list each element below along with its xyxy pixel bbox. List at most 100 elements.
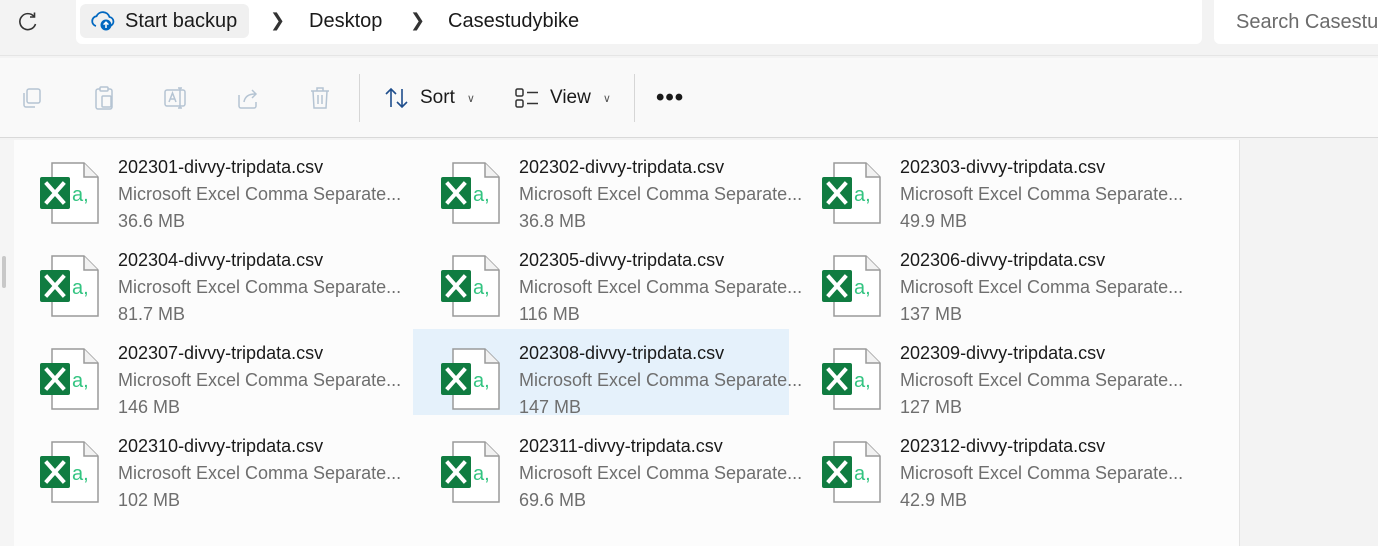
file-type: Microsoft Excel Comma Separate...	[900, 370, 1184, 390]
svg-text:a,: a,	[854, 184, 871, 206]
file-item[interactable]: a, 202305-divvy-tripdata.csv Microsoft Exc…	[413, 236, 802, 324]
svg-text:a,: a,	[72, 277, 89, 299]
file-name: 202307-divvy-tripdata.csv	[118, 343, 324, 363]
file-item[interactable]: a, 202307-divvy-tripdata.csv Microsoft Exc…	[12, 329, 401, 417]
file-item[interactable]: a, 202301-divvy-tripdata.csv Microsoft Exc…	[12, 143, 401, 231]
cloud-backup-icon	[91, 11, 115, 31]
trash-icon	[311, 87, 329, 109]
file-name: 202310-divvy-tripdata.csv	[118, 436, 324, 456]
breadcrumb-item-casestudybike[interactable]: Casestudybike	[448, 10, 579, 33]
file-name: 202306-divvy-tripdata.csv	[900, 250, 1106, 270]
excel-csv-file-icon: a,	[822, 162, 881, 224]
chevron-down-icon: ∨	[466, 92, 475, 105]
breadcrumb-root-label: Start backup	[125, 9, 238, 32]
view-list-icon	[515, 88, 538, 108]
svg-text:a,: a,	[854, 463, 871, 485]
share-icon	[238, 89, 258, 109]
excel-csv-file-icon: a,	[822, 255, 881, 317]
file-item[interactable]: a, 202311-divvy-tripdata.csv Microsoft Exc…	[413, 422, 802, 510]
more-options-button[interactable]: •••	[656, 84, 684, 112]
search-placeholder: Search Casestudybike	[1236, 11, 1378, 33]
sort-icon	[385, 87, 408, 109]
svg-text:a,: a,	[854, 370, 871, 392]
rename-button[interactable]	[162, 84, 190, 112]
file-item[interactable]: a, 202310-divvy-tripdata.csv Microsoft Exc…	[12, 422, 401, 510]
file-size: 116 MB	[519, 304, 580, 324]
file-name: 202301-divvy-tripdata.csv	[118, 157, 324, 177]
file-name: 202308-divvy-tripdata.csv	[519, 343, 725, 363]
file-item[interactable]: a, 202309-divvy-tripdata.csv Microsoft Exc…	[794, 329, 1183, 417]
delete-button[interactable]	[306, 84, 334, 112]
file-icon: a,	[38, 440, 100, 504]
rename-icon	[164, 87, 186, 109]
svg-text:a,: a,	[854, 277, 871, 299]
excel-csv-file-icon: a,	[40, 348, 99, 410]
file-size: 49.9 MB	[900, 211, 968, 231]
file-size: 127 MB	[900, 397, 963, 417]
file-name: 202303-divvy-tripdata.csv	[900, 157, 1106, 177]
file-size: 36.8 MB	[519, 211, 587, 231]
scrollbar-thumb[interactable]	[2, 256, 6, 288]
file-item[interactable]: a, 202302-divvy-tripdata.csv Microsoft Exc…	[413, 143, 802, 231]
search-input[interactable]: Search Casestudybike	[1214, 0, 1378, 44]
command-bar: Sort ∨ View ∨ •••	[0, 58, 1378, 138]
file-icon: a,	[820, 254, 882, 318]
file-size: 146 MB	[118, 397, 181, 417]
file-icon: a,	[439, 440, 501, 504]
file-icon: a,	[820, 440, 882, 504]
svg-text:a,: a,	[72, 370, 89, 392]
file-item[interactable]: a, 202312-divvy-tripdata.csv Microsoft Exc…	[794, 422, 1183, 510]
excel-csv-file-icon: a,	[441, 348, 500, 410]
chevron-right-icon: ❯	[270, 10, 286, 30]
file-view: a, 202301-divvy-tripdata.csv Microsoft Exc…	[0, 140, 1240, 546]
excel-csv-file-icon: a,	[822, 441, 881, 503]
breadcrumb-item-desktop[interactable]: Desktop	[309, 10, 382, 33]
excel-csv-file-icon: a,	[441, 255, 500, 317]
excel-csv-file-icon: a,	[441, 441, 500, 503]
svg-text:a,: a,	[473, 463, 490, 485]
paste-button[interactable]	[90, 84, 118, 112]
share-button[interactable]	[234, 84, 262, 112]
toolbar-divider	[634, 74, 635, 122]
excel-csv-file-icon: a,	[40, 162, 99, 224]
svg-text:a,: a,	[473, 184, 490, 206]
file-name: 202302-divvy-tripdata.csv	[519, 157, 725, 177]
file-name: 202309-divvy-tripdata.csv	[900, 343, 1106, 363]
toolbar-divider	[359, 74, 360, 122]
file-item[interactable]: a, 202304-divvy-tripdata.csv Microsoft Exc…	[12, 236, 401, 324]
view-label: View	[550, 87, 591, 108]
file-icon: a,	[38, 347, 100, 411]
refresh-icon	[19, 12, 37, 31]
file-icon: a,	[439, 347, 501, 411]
svg-text:a,: a,	[473, 277, 490, 299]
file-item[interactable]: a, 202303-divvy-tripdata.csv Microsoft Exc…	[794, 143, 1183, 231]
file-icon: a,	[38, 254, 100, 318]
svg-text:a,: a,	[473, 370, 490, 392]
refresh-button[interactable]	[14, 8, 42, 36]
file-size: 81.7 MB	[118, 304, 186, 324]
chevron-right-icon: ❯	[410, 10, 426, 30]
file-type: Microsoft Excel Comma Separate...	[519, 184, 803, 204]
file-type: Microsoft Excel Comma Separate...	[118, 463, 402, 483]
copy-button[interactable]	[18, 84, 46, 112]
file-type: Microsoft Excel Comma Separate...	[900, 277, 1184, 297]
file-size: 42.9 MB	[900, 490, 968, 510]
file-item[interactable]: a, 202306-divvy-tripdata.csv Microsoft Exc…	[794, 236, 1183, 324]
breadcrumb-start-backup[interactable]: Start backup	[80, 4, 250, 38]
view-button[interactable]: View ∨	[514, 82, 611, 114]
svg-text:a,: a,	[72, 463, 89, 485]
excel-csv-file-icon: a,	[40, 441, 99, 503]
file-size: 147 MB	[519, 397, 582, 417]
breadcrumb[interactable]: Start backup ❯ Desktop ❯ Casestudybike	[76, 0, 1202, 44]
file-type: Microsoft Excel Comma Separate...	[519, 277, 803, 297]
file-type: Microsoft Excel Comma Separate...	[900, 463, 1184, 483]
sort-button[interactable]: Sort ∨	[384, 82, 475, 114]
file-icon: a,	[439, 254, 501, 318]
file-item[interactable]: a, 202308-divvy-tripdata.csv Microsoft Exc…	[413, 329, 802, 417]
file-icon: a,	[439, 161, 501, 225]
file-size: 69.6 MB	[519, 490, 587, 510]
sort-label: Sort	[420, 87, 455, 108]
file-size: 102 MB	[118, 490, 181, 510]
file-size: 137 MB	[900, 304, 963, 324]
copy-icon	[23, 88, 41, 108]
